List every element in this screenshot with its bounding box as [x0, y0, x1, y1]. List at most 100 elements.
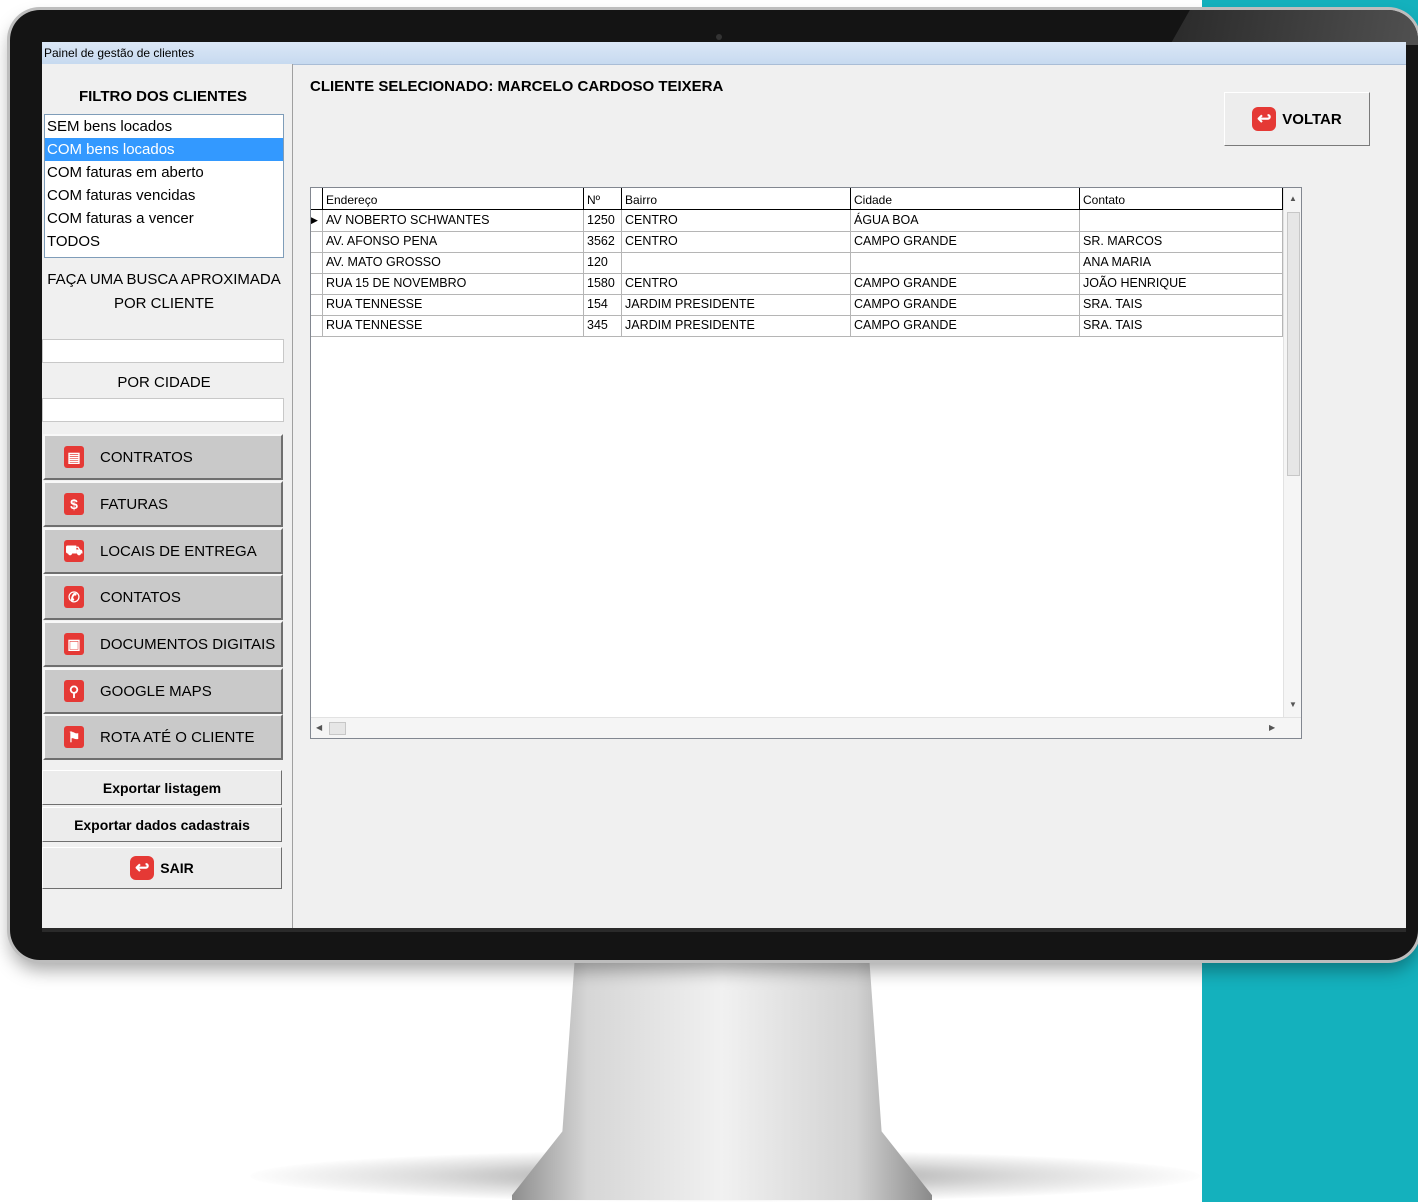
- digital-document-icon: ▣: [64, 633, 84, 655]
- vertical-scroll-thumb[interactable]: [1287, 212, 1300, 476]
- table-cell[interactable]: SR. MARCOS: [1080, 231, 1283, 252]
- rota-ate-o-cliente-label: ROTA ATÉ O CLIENTE: [100, 728, 255, 746]
- row-indicator: [311, 252, 323, 273]
- app-window: Painel de gestão de clientes FILTRO DOS …: [42, 42, 1406, 932]
- row-indicator: [311, 231, 323, 252]
- scroll-up-icon[interactable]: ▲: [1289, 194, 1297, 203]
- back-button[interactable]: ↩ VOLTAR: [1224, 92, 1370, 146]
- table-cell[interactable]: RUA TENNESSE: [323, 315, 584, 336]
- dollar-icon: $: [64, 493, 84, 515]
- column-header[interactable]: Cidade: [851, 188, 1080, 209]
- column-header[interactable]: Endereço: [323, 188, 584, 209]
- documentos-digitais-button[interactable]: ▣ DOCUMENTOS DIGITAIS: [43, 621, 283, 667]
- taskbar: [42, 928, 1406, 932]
- column-header[interactable]: Nº: [584, 188, 622, 209]
- document-icon: ▤: [64, 446, 84, 468]
- contatos-button[interactable]: ✆ CONTATOS: [43, 574, 283, 620]
- table-row[interactable]: RUA 15 DE NOVEMBRO 1580 CENTRO CAMPO GRA…: [311, 273, 1283, 295]
- address-grid[interactable]: Endereço Nº Bairro Cidade Contato ▶ AV N…: [310, 187, 1302, 739]
- filter-item[interactable]: COM faturas a vencer: [45, 207, 283, 230]
- table-cell[interactable]: 1580: [584, 273, 622, 294]
- table-cell[interactable]: CENTRO: [622, 273, 851, 294]
- camera-icon: [716, 34, 722, 40]
- search-client-label: POR CLIENTE: [113, 295, 215, 312]
- return-icon: ↩: [1252, 107, 1277, 131]
- current-row-indicator: ▶: [311, 210, 323, 231]
- filter-item[interactable]: TODOS: [45, 230, 283, 253]
- left-panel: FILTRO DOS CLIENTES SEM bens locados COM…: [42, 64, 293, 932]
- table-cell[interactable]: JARDIM PRESIDENTE: [622, 294, 851, 315]
- table-cell[interactable]: CAMPO GRANDE: [851, 294, 1080, 315]
- table-cell[interactable]: [1080, 210, 1283, 231]
- filter-item-selected[interactable]: COM bens locados: [45, 138, 283, 161]
- table-cell[interactable]: 120: [584, 252, 622, 273]
- table-row[interactable]: AV. AFONSO PENA 3562 CENTRO CAMPO GRANDE…: [311, 231, 1283, 253]
- locais-de-entrega-label: LOCAIS DE ENTREGA: [100, 542, 257, 560]
- window-title: Painel de gestão de clientes: [42, 42, 1406, 65]
- table-cell[interactable]: RUA TENNESSE: [323, 294, 584, 315]
- table-row[interactable]: AV. MATO GROSSO 120 ANA MARIA: [311, 252, 1283, 274]
- horizontal-scroll-thumb[interactable]: [329, 722, 346, 735]
- faturas-button[interactable]: $ FATURAS: [43, 481, 283, 527]
- locais-de-entrega-button[interactable]: ⛟ LOCAIS DE ENTREGA: [43, 528, 283, 574]
- export-list-button[interactable]: Exportar listagem: [42, 770, 282, 805]
- scroll-right-icon[interactable]: ▶: [1269, 723, 1275, 732]
- delivery-person-icon: ⛟: [64, 540, 84, 562]
- search-client-input[interactable]: [42, 339, 284, 363]
- scroll-left-icon[interactable]: ◀: [316, 723, 322, 732]
- table-cell[interactable]: JARDIM PRESIDENTE: [622, 315, 851, 336]
- table-cell[interactable]: SRA. TAIS: [1080, 315, 1283, 336]
- table-cell[interactable]: AV. MATO GROSSO: [323, 252, 584, 273]
- exit-button[interactable]: ↩ SAIR: [42, 847, 282, 889]
- table-cell[interactable]: CENTRO: [622, 210, 851, 231]
- faturas-label: FATURAS: [100, 495, 169, 513]
- exit-label: SAIR: [160, 860, 194, 876]
- map-pin-icon: ⚲: [64, 680, 84, 702]
- column-header[interactable]: Bairro: [622, 188, 851, 209]
- table-row[interactable]: RUA TENNESSE 154 JARDIM PRESIDENTE CAMPO…: [311, 294, 1283, 316]
- google-maps-button[interactable]: ⚲ GOOGLE MAPS: [43, 668, 283, 714]
- rota-ate-o-cliente-button[interactable]: ⚑ ROTA ATÉ O CLIENTE: [43, 714, 283, 760]
- row-indicator: [311, 273, 323, 294]
- vertical-scrollbar[interactable]: ▲ ▼: [1283, 188, 1301, 718]
- route-icon: ⚑: [64, 726, 84, 748]
- contratos-button[interactable]: ▤ CONTRATOS: [43, 434, 283, 480]
- filter-item[interactable]: COM faturas vencidas: [45, 184, 283, 207]
- export-data-button[interactable]: Exportar dados cadastrais: [42, 807, 282, 842]
- table-cell[interactable]: ÁGUA BOA: [851, 210, 1080, 231]
- documentos-digitais-label: DOCUMENTOS DIGITAIS: [100, 635, 276, 653]
- search-heading: FAÇA UMA BUSCA APROXIMADA: [47, 271, 281, 288]
- table-cell[interactable]: [622, 252, 851, 273]
- grid-header: Endereço Nº Bairro Cidade Contato: [311, 188, 1283, 210]
- phone-mail-icon: ✆: [64, 586, 84, 608]
- table-cell[interactable]: JOÃO HENRIQUE: [1080, 273, 1283, 294]
- table-cell[interactable]: CAMPO GRANDE: [851, 273, 1080, 294]
- bezel-gloss: [1170, 10, 1418, 45]
- table-cell[interactable]: ANA MARIA: [1080, 252, 1283, 273]
- table-cell[interactable]: AV NOBERTO SCHWANTES: [323, 210, 584, 231]
- table-cell[interactable]: CAMPO GRANDE: [851, 315, 1080, 336]
- table-cell[interactable]: 154: [584, 294, 622, 315]
- scroll-down-icon[interactable]: ▼: [1289, 700, 1297, 709]
- filter-item[interactable]: COM faturas em aberto: [45, 161, 283, 184]
- table-cell[interactable]: 345: [584, 315, 622, 336]
- table-cell[interactable]: 1250: [584, 210, 622, 231]
- table-cell[interactable]: CENTRO: [622, 231, 851, 252]
- selected-client-title: CLIENTE SELECIONADO: MARCELO CARDOSO TEI…: [310, 78, 724, 95]
- table-cell[interactable]: SRA. TAIS: [1080, 294, 1283, 315]
- table-row[interactable]: ▶ AV NOBERTO SCHWANTES 1250 CENTRO ÁGUA …: [311, 210, 1283, 232]
- filter-item[interactable]: SEM bens locados: [45, 115, 283, 138]
- table-row[interactable]: RUA TENNESSE 345 JARDIM PRESIDENTE CAMPO…: [311, 315, 1283, 337]
- table-cell[interactable]: 3562: [584, 231, 622, 252]
- monitor-stand: [512, 955, 932, 1200]
- table-cell[interactable]: CAMPO GRANDE: [851, 231, 1080, 252]
- horizontal-scrollbar[interactable]: ◀ ▶: [311, 717, 1301, 738]
- table-cell[interactable]: RUA 15 DE NOVEMBRO: [323, 273, 584, 294]
- search-city-input[interactable]: [42, 398, 284, 422]
- column-header[interactable]: Contato: [1080, 188, 1283, 209]
- table-cell[interactable]: [851, 252, 1080, 273]
- filter-listbox[interactable]: SEM bens locados COM bens locados COM fa…: [44, 114, 284, 258]
- google-maps-label: GOOGLE MAPS: [100, 682, 212, 700]
- row-indicator-header: [311, 188, 323, 209]
- table-cell[interactable]: AV. AFONSO PENA: [323, 231, 584, 252]
